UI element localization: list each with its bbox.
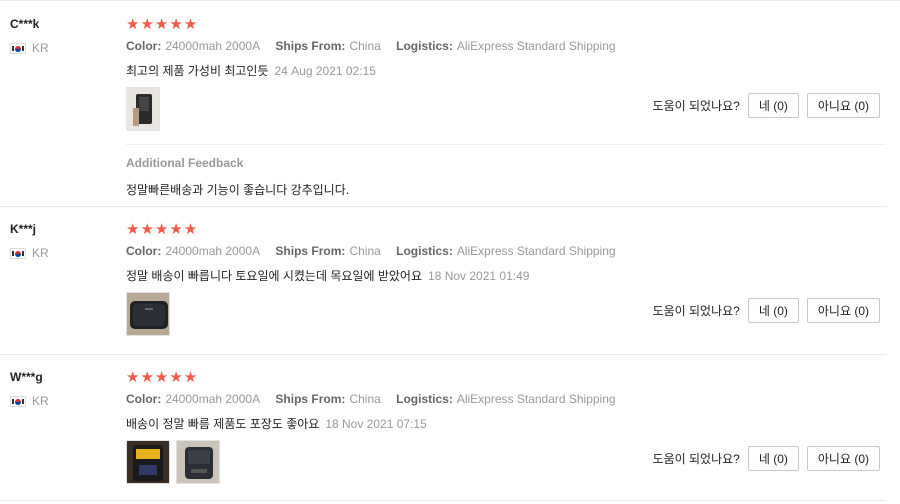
review-divider [0, 354, 886, 355]
color-label: Color: [126, 244, 162, 258]
review-photos [126, 440, 220, 484]
reviewer-country: KR [10, 41, 49, 55]
review-text: 배송이 정말 빠름 제품도 포장도 좋아요 [126, 417, 320, 431]
review-date: 24 Aug 2021 02:15 [274, 64, 376, 78]
helpful-section: 도움이 되었나요? 네 (0) 아니요 (0) [653, 298, 880, 323]
color-label: Color: [126, 39, 162, 53]
logistics-value: AliExpress Standard Shipping [456, 392, 616, 406]
order-attributes: Color: 24000mah 2000A Ships From: China Lo… [126, 392, 628, 406]
color-value: 24000mah 2000A [165, 244, 261, 258]
review-content: 배송이 정말 빠름 제품도 포장도 좋아요 18 Nov 2021 07:15 [126, 415, 427, 432]
helpful-no-button[interactable]: 아니요 (0) [806, 446, 880, 471]
review-photo[interactable] [126, 440, 170, 484]
review-content: 최고의 제품 가성비 최고인듯 24 Aug 2021 02:15 [126, 62, 376, 79]
top-divider [0, 0, 900, 1]
logistics-value: AliExpress Standard Shipping [456, 244, 616, 258]
logistics-label: Logistics: [396, 392, 453, 406]
helpful-yes-button[interactable]: 네 (0) [747, 298, 799, 323]
color-label: Color: [126, 392, 162, 406]
helpful-yes-button[interactable]: 네 (0) [747, 446, 799, 471]
color-value: 24000mah 2000A [165, 39, 261, 53]
kr-flag-icon [10, 395, 26, 407]
rating-stars: ★★★★★ [126, 221, 199, 238]
review-content: 정말 배송이 빠릅니다 토요일에 시켰는데 목요일에 받았어요 18 Nov 20… [126, 267, 529, 284]
ships-from-value: China [349, 392, 381, 406]
helpful-no-button[interactable]: 아니요 (0) [806, 93, 880, 118]
review-photo[interactable] [126, 87, 160, 131]
review-date: 18 Nov 2021 01:49 [428, 269, 530, 283]
review-photos [126, 87, 160, 131]
country-code: KR [32, 394, 49, 408]
order-attributes: Color: 24000mah 2000A Ships From: China Lo… [126, 39, 628, 53]
review-photo[interactable] [126, 292, 170, 336]
review-text: 정말 배송이 빠릅니다 토요일에 시켰는데 목요일에 받았어요 [126, 269, 423, 283]
additional-feedback-divider [126, 144, 886, 145]
country-code: KR [32, 246, 49, 260]
reviewer-name: C***k [10, 17, 40, 31]
helpful-section: 도움이 되었나요? 네 (0) 아니요 (0) [653, 93, 880, 118]
review-photo[interactable] [176, 440, 220, 484]
color-value: 24000mah 2000A [165, 392, 261, 406]
order-attributes: Color: 24000mah 2000A Ships From: China Lo… [126, 244, 628, 258]
helpful-no-button[interactable]: 아니요 (0) [806, 298, 880, 323]
review-divider [0, 206, 886, 207]
kr-flag-icon [10, 42, 26, 54]
ships-from-value: China [349, 244, 381, 258]
ships-from-label: Ships From: [275, 39, 346, 53]
reviewer-country: KR [10, 246, 49, 260]
additional-feedback-label: Additional Feedback [126, 156, 244, 170]
reviewer-name: W***g [10, 370, 43, 384]
country-code: KR [32, 41, 49, 55]
helpful-question: 도움이 되었나요? [652, 99, 740, 113]
helpful-section: 도움이 되었나요? 네 (0) 아니요 (0) [653, 446, 880, 471]
review-text: 최고의 제품 가성비 최고인듯 [126, 64, 269, 78]
additional-feedback-text: 정말빠른배송과 기능이 좋습니다 강추입니다. [126, 183, 350, 197]
helpful-yes-button[interactable]: 네 (0) [747, 93, 799, 118]
ships-from-value: China [349, 39, 381, 53]
logistics-label: Logistics: [396, 39, 453, 53]
helpful-question: 도움이 되었나요? [652, 304, 740, 318]
rating-stars: ★★★★★ [126, 369, 199, 386]
helpful-question: 도움이 되었나요? [652, 452, 740, 466]
review-photos [126, 292, 170, 336]
logistics-label: Logistics: [396, 244, 453, 258]
rating-stars: ★★★★★ [126, 16, 199, 33]
review-divider [0, 500, 886, 501]
logistics-value: AliExpress Standard Shipping [456, 39, 616, 53]
ships-from-label: Ships From: [275, 392, 346, 406]
review-date: 18 Nov 2021 07:15 [325, 417, 427, 431]
ships-from-label: Ships From: [275, 244, 346, 258]
reviewer-country: KR [10, 394, 49, 408]
kr-flag-icon [10, 247, 26, 259]
reviewer-name: K***j [10, 222, 37, 236]
reviews-page: C***k KR ★★★★★ Color: 24000mah 2000A Ship… [0, 0, 900, 504]
